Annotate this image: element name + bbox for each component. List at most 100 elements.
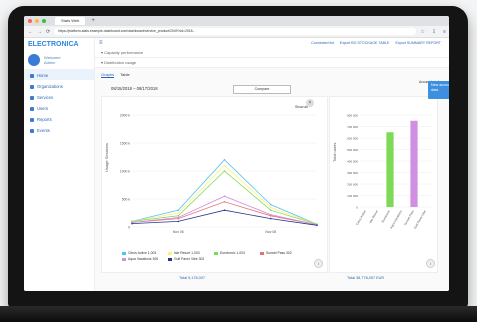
total-right: Total 38,778,057 EUR: [347, 276, 385, 280]
y-tick-label: 0: [128, 226, 130, 230]
star-icon[interactable]: ☆: [420, 29, 424, 35]
data-point: [177, 215, 180, 217]
forward-button[interactable]: →: [37, 29, 42, 35]
line-chart-ylabel: Usage Sessions: [104, 143, 109, 172]
avatar: [28, 54, 40, 66]
data-point: [223, 195, 226, 197]
reports-icon: [30, 117, 34, 122]
address-input[interactable]: https://platform-stats.example-dashboard…: [54, 28, 417, 35]
legend-swatch: [122, 251, 126, 255]
sidebar-item-label: Organizations: [37, 84, 63, 89]
x-tick-label: Nov 08: [265, 230, 276, 234]
data-point: [177, 220, 180, 223]
maximize-window-icon[interactable]: [42, 19, 46, 23]
bar-eurotronic: [386, 132, 394, 207]
total-left: Total 5,178,007: [179, 276, 205, 280]
legend-item[interactable]: Isle Resort 1,003: [168, 251, 214, 255]
chart-area: 08/15/2018 – 08/17/2018 Compare Accumula…: [101, 80, 439, 280]
bar-info-icon[interactable]: i: [426, 259, 435, 268]
legend-label: Eurotronic 1,003: [220, 251, 245, 255]
date-range[interactable]: 08/15/2018 – 08/17/2018: [111, 86, 158, 91]
browser-tab[interactable]: Stats Web: [55, 17, 86, 25]
y-tick-label: 400 000: [347, 159, 358, 163]
legend-label: Aqua Vacations 305: [128, 257, 159, 261]
data-point: [269, 206, 272, 209]
close-window-icon[interactable]: [28, 19, 32, 23]
sidebar-item-label: Users: [37, 106, 48, 111]
info-icon[interactable]: i: [314, 259, 323, 268]
app: ELECTRONICA Welcome Admin Home Organizati…: [24, 38, 449, 291]
sidebar-item-label: Services: [37, 95, 54, 100]
data-point: [223, 201, 226, 203]
browser-tabbar: Stats Web +: [24, 16, 449, 26]
legend-item[interactable]: Sunset Pass 302: [260, 251, 306, 255]
sidebar-item-reports[interactable]: Reports: [24, 113, 94, 124]
new-tab-button[interactable]: +: [91, 18, 95, 24]
capacity-section-toggle[interactable]: ▾ Capacity performance: [95, 48, 449, 58]
x-tick-label: Aqua Vacations: [389, 209, 403, 229]
y-tick-label: 100 000: [347, 194, 358, 198]
legend-label: Gulf Pacer Vibe 302: [174, 257, 205, 261]
services-icon: [30, 95, 34, 100]
sidebar-item-label: Reports: [37, 117, 52, 122]
export-stockage-link[interactable]: Export BG STOCKAGE TABLE: [340, 41, 390, 45]
y-tick-label: 500 k: [122, 198, 131, 202]
sidebar-item-events[interactable]: Events: [24, 124, 94, 135]
x-tick-label: Eurotronic: [381, 209, 392, 223]
data-point: [269, 203, 272, 206]
data-point: [269, 209, 272, 211]
view-tabs: Graphs Table: [95, 68, 449, 78]
sidebar-item-services[interactable]: Services: [24, 91, 94, 102]
download-icon[interactable]: ⇩: [432, 29, 436, 35]
sidebar-item-users[interactable]: Users: [24, 102, 94, 113]
user-profile[interactable]: Welcome Admin: [24, 51, 94, 69]
line-chart: Usage Sessions 2000 k 1500 k 1000 k 500 k 0 No…: [104, 114, 318, 234]
y-tick-label: 1000 k: [120, 170, 130, 174]
y-tick-label: 0: [356, 205, 358, 209]
laptop-base: [0, 306, 477, 322]
events-icon: [30, 128, 34, 133]
y-tick-label: 200 000: [347, 182, 358, 186]
tab-graphs[interactable]: Graphs: [101, 72, 115, 78]
data-point: [316, 224, 318, 227]
data-point: [177, 216, 180, 219]
legend-swatch: [260, 251, 264, 255]
sidebar-item-organizations[interactable]: Organizations: [24, 80, 94, 91]
sidebar-item-label: Events: [37, 128, 50, 133]
legend-item[interactable]: Citrus Active 1,003: [122, 251, 168, 255]
bar-sunset-pass: [410, 120, 418, 207]
menu-icon[interactable]: ≡: [443, 29, 446, 35]
back-button[interactable]: ←: [28, 29, 33, 35]
compare-button[interactable]: Compare: [233, 85, 291, 94]
close-chart-icon[interactable]: ×: [306, 99, 314, 107]
legend-item[interactable]: Eurotronic 1,003: [214, 251, 260, 255]
x-tick-label: Citrus Active: [355, 209, 367, 226]
y-tick-label: 2000 k: [120, 114, 130, 118]
reload-button[interactable]: ⟳: [46, 29, 50, 35]
y-tick-label: 500 000: [347, 148, 358, 152]
logo: ELECTRONICA: [28, 41, 79, 48]
notification-toast[interactable]: New account has started updating access …: [428, 81, 449, 99]
y-tick-label: 700 000: [347, 125, 358, 129]
legend-item[interactable]: Aqua Vacations 305: [122, 257, 168, 261]
tab-table[interactable]: Table: [120, 72, 130, 78]
screen: Stats Web + ← → ⟳ https://platform-stats…: [24, 16, 449, 291]
bar-chart-ylabel: Total users: [332, 143, 337, 162]
data-point: [269, 213, 272, 216]
y-tick-label: 600 000: [347, 136, 358, 140]
sidebar-item-home[interactable]: Home: [24, 69, 94, 80]
bar-chart-panel: Total users 800 000 700 000 600 000 500 000 4…: [329, 96, 438, 273]
line-chart-panel: Usage Sessions 2000 k 1500 k 1000 k 500 k 0 No…: [101, 96, 328, 273]
legend-item[interactable]: Gulf Pacer Vibe 302: [168, 257, 214, 261]
x-tick-label: Gulf Pacer Vibe: [413, 209, 427, 229]
distribution-section-toggle[interactable]: ▾ Distribution usage: [95, 58, 449, 68]
legend-swatch: [214, 251, 218, 255]
data-point: [223, 170, 226, 172]
show-all-button[interactable]: Show all: [295, 105, 308, 109]
minimize-window-icon[interactable]: [35, 19, 39, 23]
connected-list-link[interactable]: Connected list: [311, 41, 334, 45]
export-summary-link[interactable]: Export SUMMARY REPORT: [395, 41, 441, 45]
users-icon: [30, 106, 34, 111]
data-point: [223, 164, 226, 167]
hamburger-icon[interactable]: ≡: [99, 40, 103, 46]
